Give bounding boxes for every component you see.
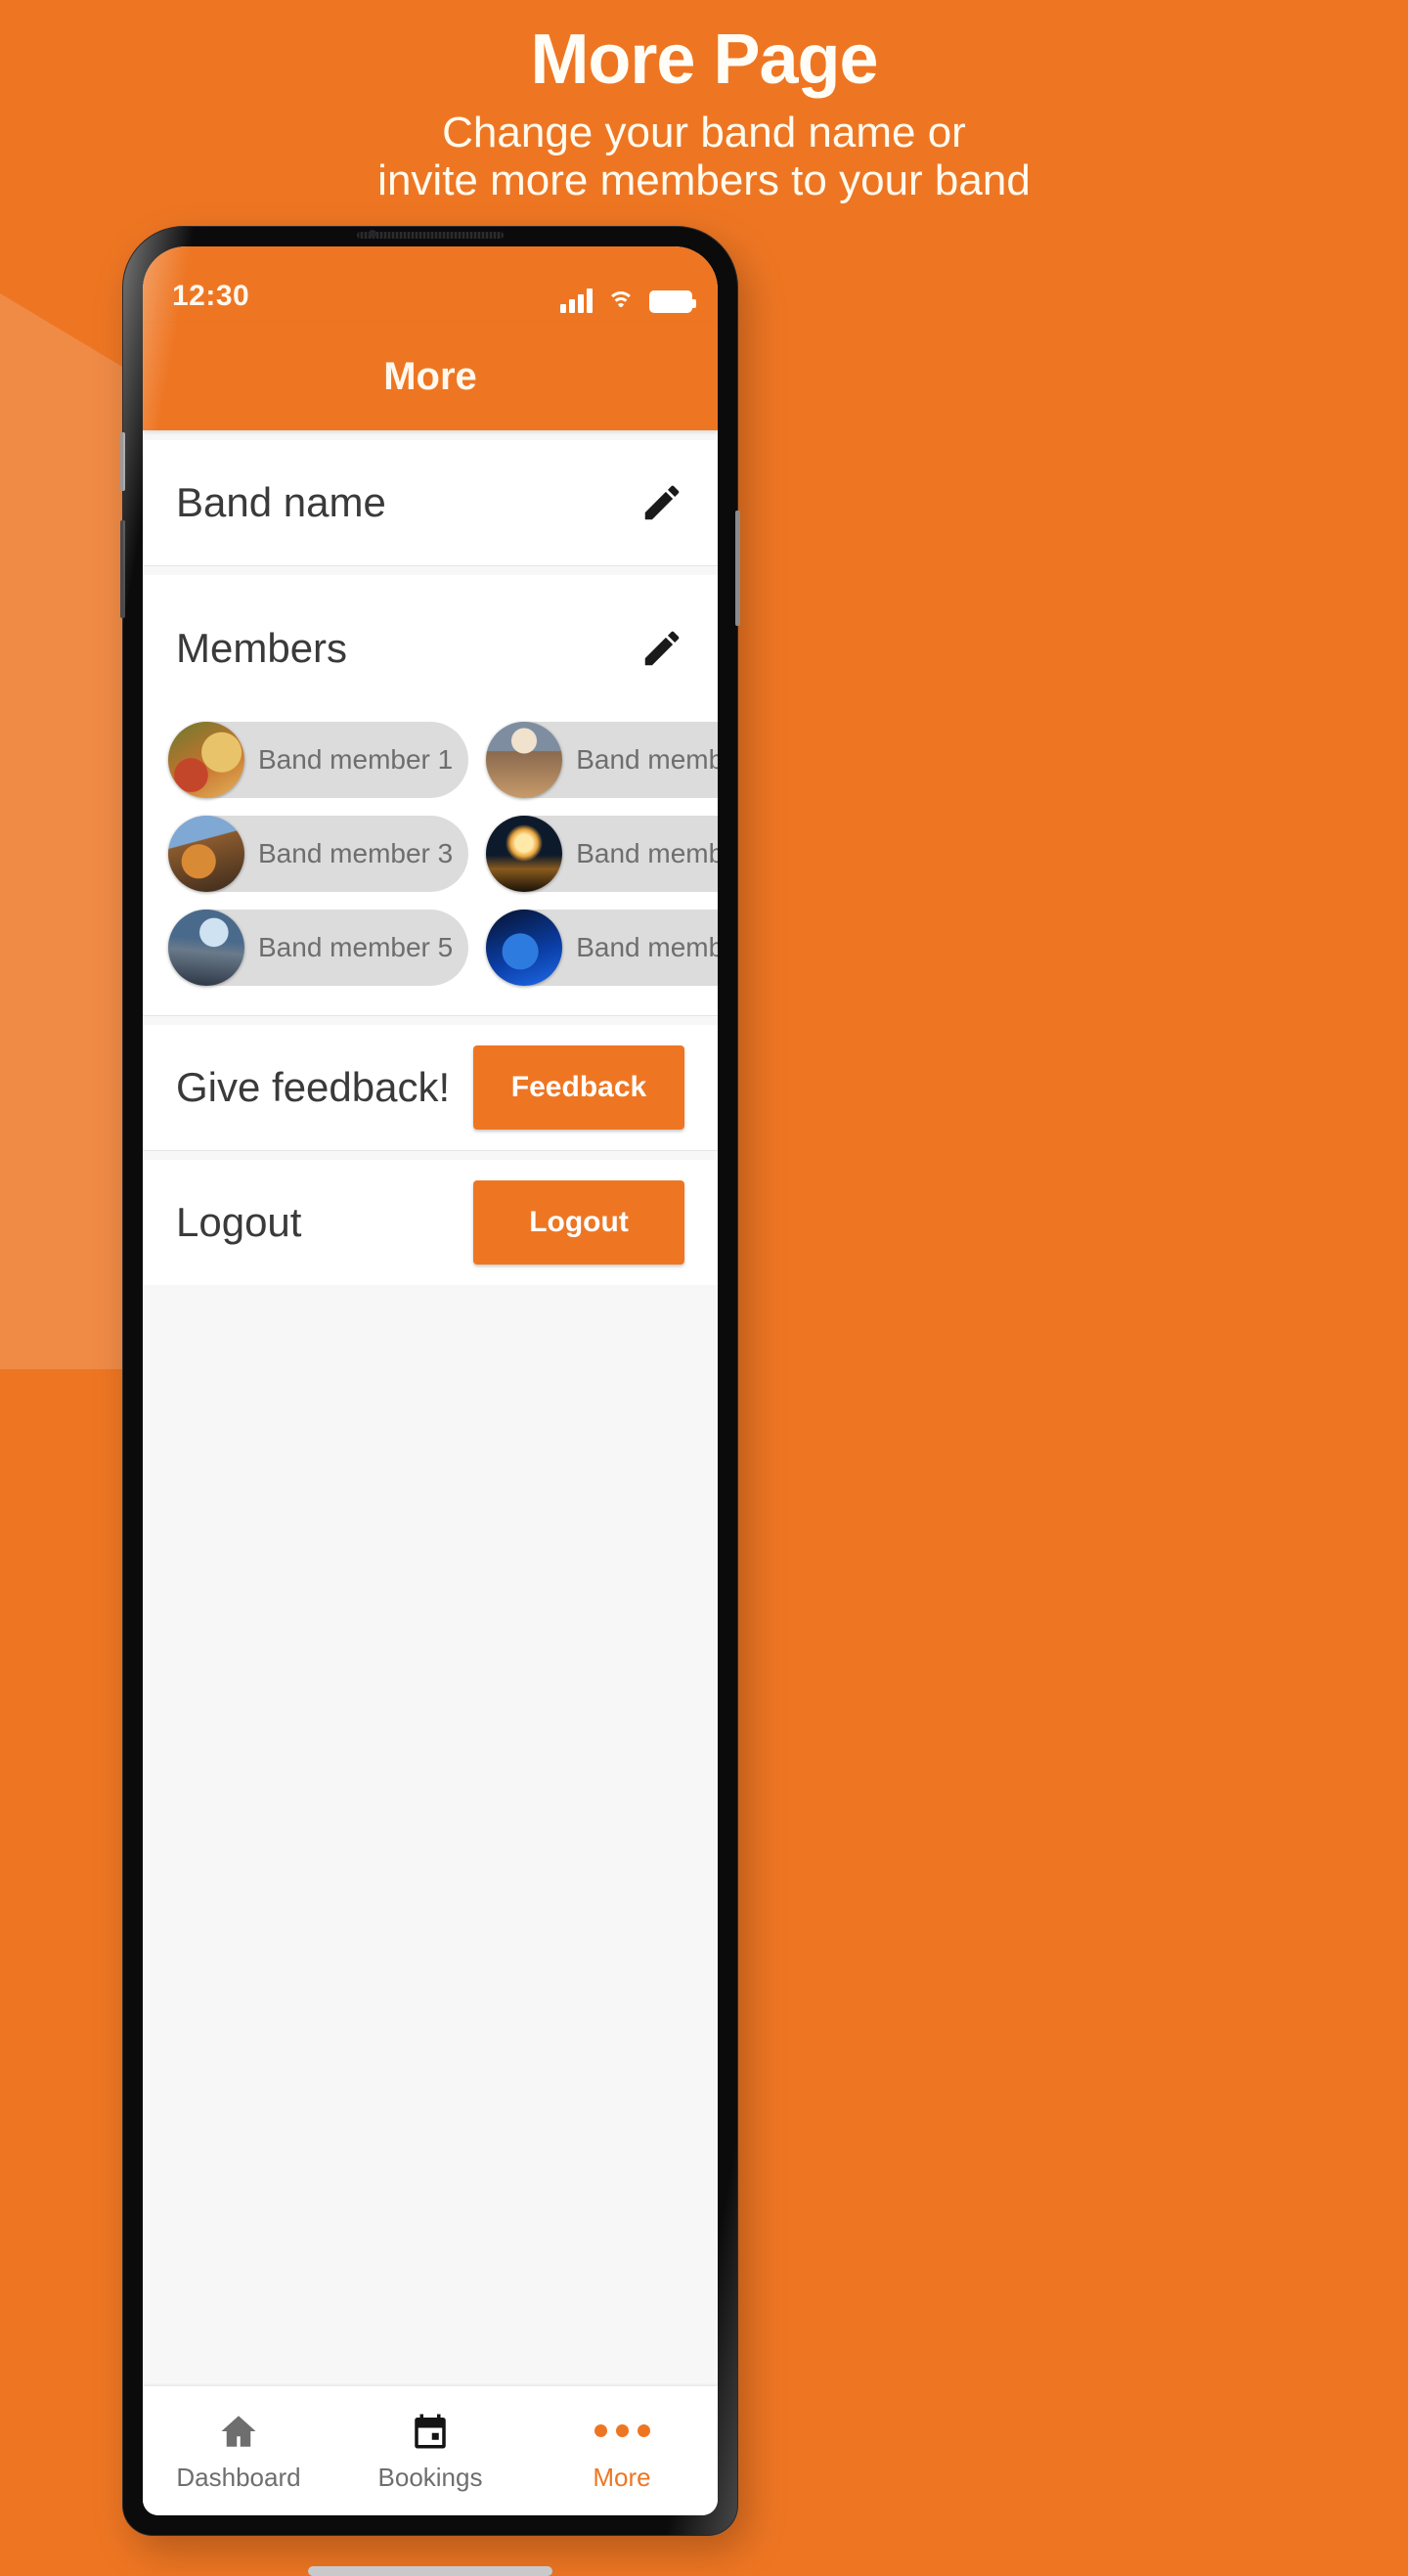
calendar-icon [410, 2410, 451, 2453]
promo-title: More Page [530, 21, 878, 99]
band-name-row[interactable]: Band name [143, 440, 718, 565]
pencil-icon[interactable] [639, 626, 684, 671]
volume-up-button[interactable] [120, 432, 125, 491]
band-name-card: Band name [143, 440, 718, 565]
member-name: Band member 2 [576, 744, 718, 775]
avatar [486, 816, 563, 892]
status-icon-group [560, 288, 696, 313]
more-dots-icon [594, 2410, 650, 2453]
empty-space [143, 1285, 718, 1813]
promo-header: More Page Change your band name or invit… [0, 0, 1408, 204]
nav-label: Bookings [377, 2462, 483, 2492]
feedback-label: Give feedback! [176, 1064, 451, 1110]
member-chip-grid: Band member 1 Band member 2 Band member … [143, 722, 718, 986]
status-bar: 12:30 [143, 246, 718, 323]
promo-subtitle-line-2: invite more members to your band [377, 156, 1031, 205]
phone-screen: 12:30 More Band name Members Band member… [143, 246, 718, 2515]
avatar [168, 722, 244, 798]
member-name: Band member 1 [258, 744, 454, 775]
logout-label: Logout [176, 1199, 302, 1245]
logout-row: Logout Logout [143, 1160, 718, 1285]
list-item[interactable]: Band member 5 [168, 910, 469, 986]
member-name: Band member 5 [258, 932, 454, 962]
members-header-row[interactable]: Members [143, 575, 718, 722]
list-item[interactable]: Band member 6 [486, 910, 718, 986]
logout-card: Logout Logout [143, 1160, 718, 1285]
earpiece-speaker [330, 229, 531, 241]
pencil-icon[interactable] [639, 480, 684, 525]
feedback-button[interactable]: Feedback [473, 1045, 684, 1130]
member-name: Band member 6 [576, 932, 718, 962]
nav-item-dashboard[interactable]: Dashboard [143, 2410, 334, 2493]
promo-subtitle: Change your band name or invite more mem… [0, 109, 1408, 205]
list-item[interactable]: Band member 2 [486, 722, 718, 798]
power-button[interactable] [735, 511, 740, 626]
members-card: Members Band member 1 Band member 2 [143, 575, 718, 1015]
speaker-grille [357, 231, 504, 239]
front-camera-icon [369, 230, 376, 238]
status-clock: 12:30 [172, 280, 250, 312]
member-name: Band member 3 [258, 838, 454, 868]
app-bar-title: More [383, 354, 477, 398]
avatar [168, 816, 244, 892]
promo-subtitle-line-1: Change your band name or [442, 108, 966, 156]
logout-button[interactable]: Logout [473, 1180, 684, 1265]
volume-down-button[interactable] [120, 520, 125, 618]
feedback-card: Give feedback! Feedback [143, 1025, 718, 1150]
list-item[interactable]: Band member 4 [486, 816, 718, 892]
list-item[interactable]: Band member 3 [168, 816, 469, 892]
nav-label: More [593, 2462, 651, 2492]
avatar [486, 722, 563, 798]
member-name: Band member 4 [576, 838, 718, 868]
feedback-row: Give feedback! Feedback [143, 1025, 718, 1150]
nav-label: Dashboard [176, 2462, 301, 2492]
band-name-label: Band name [176, 479, 386, 525]
phone-mockup: 12:30 More Band name Members Band member… [120, 227, 740, 2576]
screen-content: Band name Members Band member 1 Band mem… [143, 440, 718, 2376]
battery-icon [649, 290, 696, 313]
gesture-bar [308, 2566, 552, 2576]
members-label: Members [176, 625, 348, 671]
nav-item-bookings[interactable]: Bookings [334, 2410, 526, 2493]
list-item[interactable]: Band member 1 [168, 722, 469, 798]
avatar [486, 910, 563, 986]
home-icon [218, 2410, 259, 2453]
avatar [168, 910, 244, 986]
app-bar: More [143, 323, 718, 430]
wifi-icon [606, 289, 636, 313]
nav-item-more[interactable]: More [526, 2410, 718, 2493]
bottom-navigation: Dashboard Bookings More [143, 2386, 718, 2515]
signal-icon [560, 288, 593, 313]
